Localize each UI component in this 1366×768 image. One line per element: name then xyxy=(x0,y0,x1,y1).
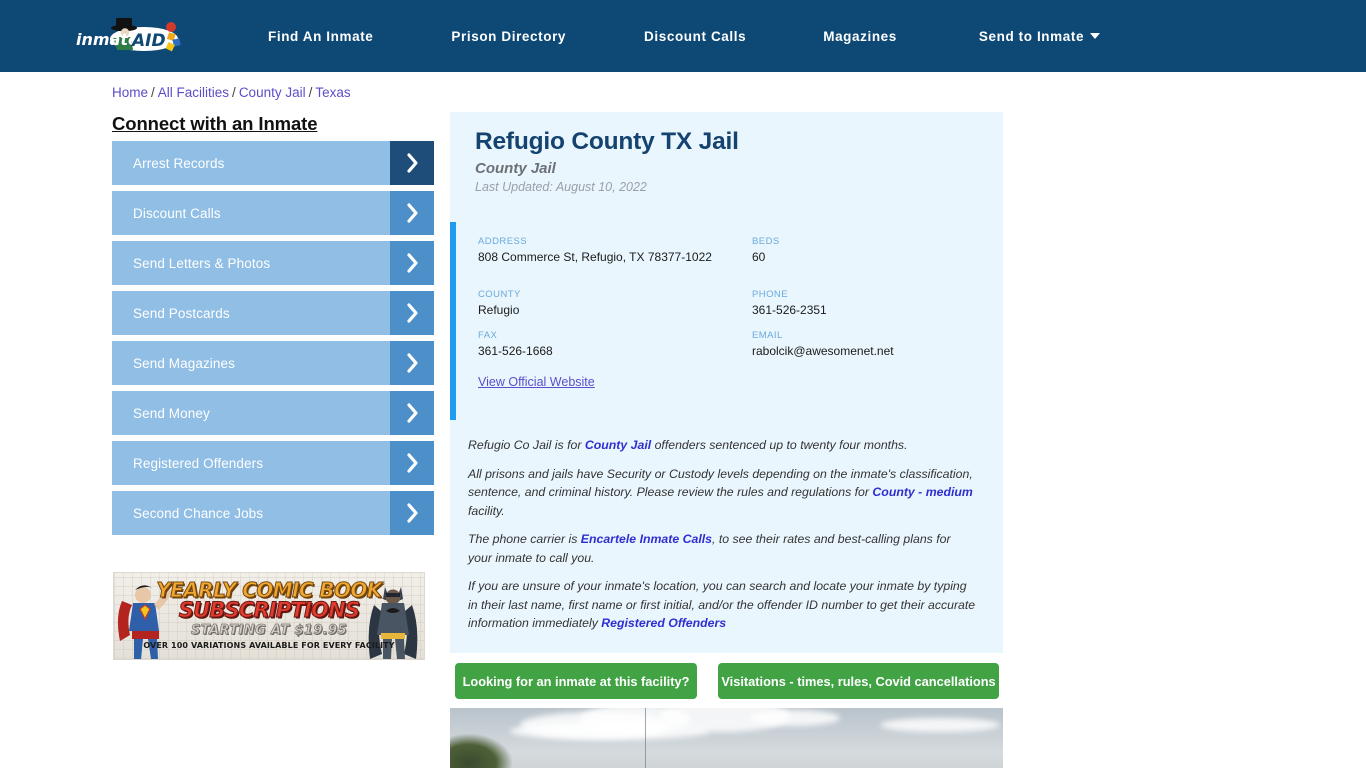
visitations-button[interactable]: Visitations - times, rules, Covid cancel… xyxy=(718,663,999,699)
breadcrumb-separator: / xyxy=(151,85,155,100)
sidebar-item-label: Send Letters & Photos xyxy=(133,255,271,271)
cloud-shape xyxy=(510,722,710,740)
ad-headline-line2: SUBSCRIPTIONS xyxy=(178,598,360,623)
card-accent-bar xyxy=(450,222,456,420)
detail-fax: FAX 361-526-1668 xyxy=(478,330,752,371)
detail-value: 60 xyxy=(752,250,766,264)
inmateaid-logo-icon: inmate AID xyxy=(76,18,181,52)
chevron-right-icon xyxy=(390,491,434,535)
cloud-shape xyxy=(750,710,840,726)
cloud-shape xyxy=(880,718,1000,732)
utility-pole xyxy=(645,708,646,768)
sidebar-item-second-chance-jobs[interactable]: Second Chance Jobs xyxy=(112,491,434,535)
desc-text: Refugio Co Jail is for xyxy=(468,438,585,452)
page-title: Refugio County TX Jail xyxy=(475,128,739,155)
sidebar-item-label: Send Magazines xyxy=(133,355,235,371)
sidebar-item-send-letters-photos[interactable]: Send Letters & Photos xyxy=(112,241,434,285)
facility-type-subtitle: County Jail xyxy=(475,160,556,177)
comic-book-subscription-ad[interactable]: YEARLY COMIC BOOK SUBSCRIPTIONS STARTING… xyxy=(113,572,425,660)
detail-value: Refugio xyxy=(478,303,520,317)
sidebar-item-send-magazines[interactable]: Send Magazines xyxy=(112,341,434,385)
chevron-right-icon xyxy=(390,241,434,285)
link-encartele-inmate-calls[interactable]: Encartele Inmate Calls xyxy=(581,532,712,546)
detail-value: 361-526-1668 xyxy=(478,344,553,358)
chevron-right-icon xyxy=(390,391,434,435)
sidebar-item-arrest-records[interactable]: Arrest Records xyxy=(112,141,434,185)
svg-text:AID: AID xyxy=(130,31,166,51)
sidebar-item-label: Registered Offenders xyxy=(133,455,264,471)
sidebar-item-discount-calls[interactable]: Discount Calls xyxy=(112,191,434,235)
sidebar-item-send-postcards[interactable]: Send Postcards xyxy=(112,291,434,335)
chevron-right-icon xyxy=(390,291,434,335)
sidebar-item-label: Discount Calls xyxy=(133,205,221,221)
breadcrumb-separator: / xyxy=(232,85,236,100)
last-updated-text: Last Updated: August 10, 2022 xyxy=(475,180,647,194)
breadcrumb-separator: / xyxy=(308,85,313,100)
detail-label: FAX xyxy=(478,330,498,341)
description-paragraph-3: The phone carrier is Encartele Inmate Ca… xyxy=(468,530,976,567)
chevron-right-icon xyxy=(390,191,434,235)
detail-value: 361-526-2351 xyxy=(752,303,827,317)
breadcrumb-item-texas[interactable]: Texas xyxy=(315,85,350,100)
ad-subtext-line: OVER 100 VARIATIONS AVAILABLE FOR EVERY … xyxy=(143,641,395,650)
detail-label: PHONE xyxy=(752,289,789,300)
desc-text: offenders sentenced up to twenty four mo… xyxy=(651,438,908,452)
svg-text:inmate: inmate xyxy=(76,30,139,49)
desc-text: facility. xyxy=(468,503,505,518)
description-paragraph-1: Refugio Co Jail is for County Jail offen… xyxy=(468,436,976,455)
detail-beds: BEDS 60 xyxy=(752,236,988,289)
detail-label: BEDS xyxy=(752,236,780,247)
nav-item-discount-calls[interactable]: Discount Calls xyxy=(644,29,746,44)
detail-row: FAX 361-526-1668 EMAIL rabolcik@awesomen… xyxy=(478,330,988,371)
description-paragraph-4: If you are unsure of your inmate's locat… xyxy=(468,577,976,633)
chevron-right-icon xyxy=(390,141,434,185)
inmate-search-button[interactable]: Looking for an inmate at this facility? xyxy=(455,663,697,699)
ad-price-line: STARTING AT $19.95 xyxy=(190,623,348,639)
view-official-website-link[interactable]: View Official Website xyxy=(478,375,595,389)
nav-item-find-an-inmate[interactable]: Find An Inmate xyxy=(268,29,373,44)
breadcrumb-item-all-facilities[interactable]: All Facilities xyxy=(158,85,229,100)
site-logo[interactable]: inmate AID xyxy=(70,14,196,60)
chevron-right-icon xyxy=(390,341,434,385)
detail-row: ADDRESS 808 Commerce St, Refugio, TX 783… xyxy=(478,236,988,289)
sidebar-item-label: Send Postcards xyxy=(133,305,230,321)
top-navigation-bar: inmate AID Find An Inmate Prison Directo… xyxy=(0,0,1366,72)
detail-email: EMAIL rabolcik@awesomenet.net xyxy=(752,330,988,371)
chevron-down-icon xyxy=(1090,32,1101,39)
breadcrumb-item-county-jail[interactable]: County Jail xyxy=(239,85,306,100)
nav-item-magazines[interactable]: Magazines xyxy=(823,29,897,44)
detail-phone: PHONE 361-526-2351 xyxy=(752,289,988,330)
breadcrumb: Home / All Facilities / County Jail / Texas xyxy=(112,85,351,100)
sidebar-item-label: Arrest Records xyxy=(133,155,225,171)
detail-row: COUNTY Refugio PHONE 361-526-2351 xyxy=(478,289,988,330)
detail-address: ADDRESS 808 Commerce St, Refugio, TX 783… xyxy=(478,236,752,289)
breadcrumb-item-home[interactable]: Home xyxy=(112,85,148,100)
sidebar-item-registered-offenders[interactable]: Registered Offenders xyxy=(112,441,434,485)
description-paragraph-2: All prisons and jails have Security or C… xyxy=(468,465,976,521)
sidebar-item-label: Second Chance Jobs xyxy=(133,505,264,521)
sidebar-menu: Arrest Records Discount Calls Send Lette… xyxy=(112,141,434,541)
tree-foliage xyxy=(450,734,512,768)
sidebar-heading: Connect with an Inmate xyxy=(112,113,318,134)
facility-exterior-photo xyxy=(450,708,1003,768)
sidebar-item-send-money[interactable]: Send Money xyxy=(112,391,434,435)
link-county-medium[interactable]: County - medium xyxy=(872,485,972,499)
facility-details-grid: ADDRESS 808 Commerce St, Refugio, TX 783… xyxy=(478,236,988,371)
detail-value: 808 Commerce St, Refugio, TX 78377-1022 xyxy=(478,250,712,264)
desc-text: The phone carrier is xyxy=(468,532,581,546)
main-menu: Find An Inmate Prison Directory Discount… xyxy=(268,0,1101,72)
nav-item-send-to-inmate-label: Send to Inmate xyxy=(978,28,1085,44)
detail-label: ADDRESS xyxy=(478,236,528,247)
detail-county: COUNTY Refugio xyxy=(478,289,752,330)
chevron-right-icon xyxy=(390,441,434,485)
detail-value: rabolcik@awesomenet.net xyxy=(752,344,894,358)
link-county-jail[interactable]: County Jail xyxy=(585,438,651,452)
link-registered-offenders[interactable]: Registered Offenders xyxy=(601,616,726,630)
detail-label: EMAIL xyxy=(752,330,783,341)
detail-label: COUNTY xyxy=(478,289,521,300)
facility-description: Refugio Co Jail is for County Jail offen… xyxy=(468,436,976,633)
nav-item-prison-directory[interactable]: Prison Directory xyxy=(451,29,566,44)
sidebar-item-label: Send Money xyxy=(133,405,210,421)
nav-item-send-to-inmate[interactable]: Send to Inmate xyxy=(978,28,1101,44)
